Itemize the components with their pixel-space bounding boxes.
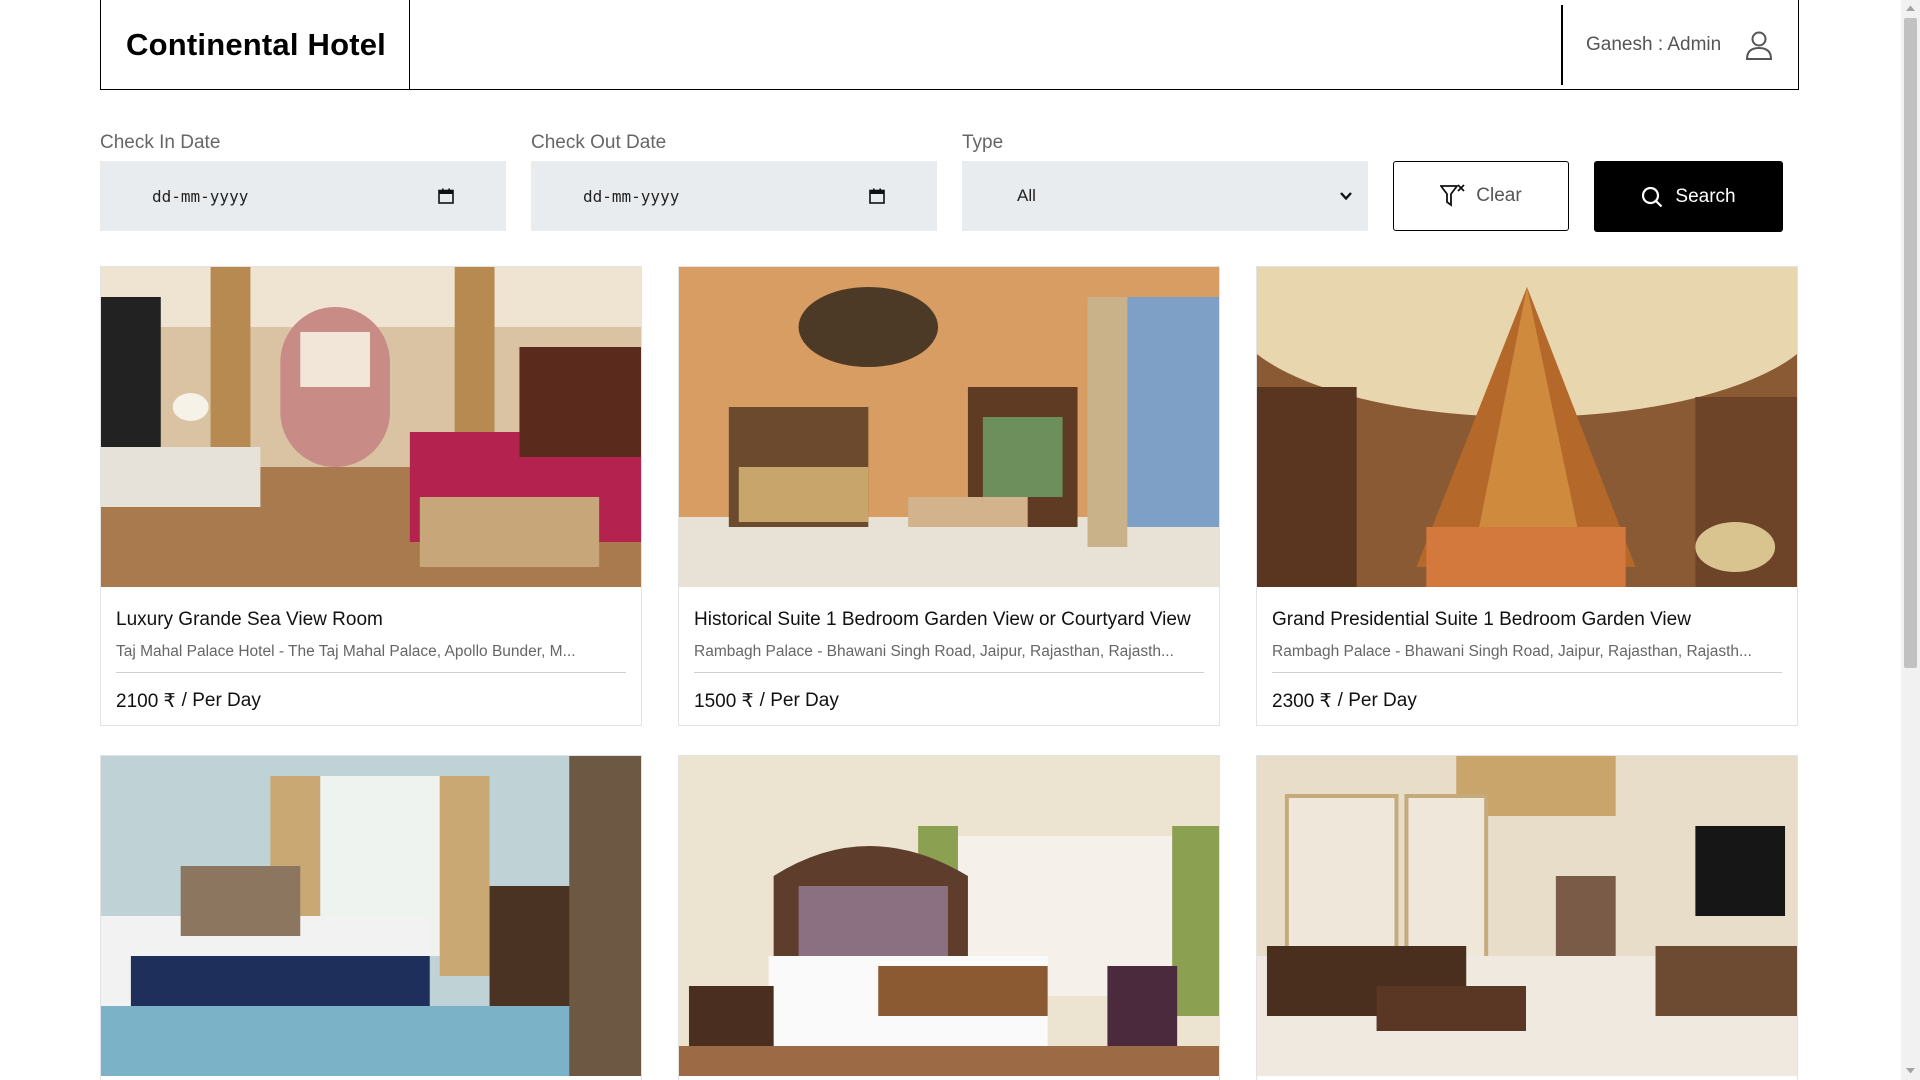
clear-button-label: Clear [1476,185,1522,206]
room-price-unit: / Per Day [181,690,261,711]
scroll-down-arrow-icon[interactable] [1905,1067,1916,1075]
user-icon[interactable] [1745,30,1773,60]
check-out-placeholder: dd-mm-yyyy [583,186,680,206]
room-image[interactable] [1257,756,1797,1076]
room-image[interactable] [679,756,1219,1076]
check-out-date-input[interactable]: dd-mm-yyyy [531,161,937,231]
room-title: Historical Suite 1 Bedroom Garden View o… [694,609,1191,630]
calendar-icon[interactable] [438,188,454,204]
room-card[interactable] [678,755,1220,1080]
chevron-down-icon [1340,192,1352,201]
room-card-body: Historical Suite 1 Bedroom Garden View o… [679,587,1219,725]
room-card[interactable]: Grand Presidential Suite 1 Bedroom Garde… [1256,266,1798,726]
room-card[interactable]: Historical Suite 1 Bedroom Garden View o… [678,266,1220,726]
room-image[interactable] [1257,267,1797,587]
top-navbar: Continental Hotel Ganesh : Admin [100,0,1799,90]
type-select[interactable]: All [962,161,1368,231]
search-icon [1642,186,1663,207]
type-label: Type [962,132,1004,153]
user-menu[interactable]: Ganesh : Admin [1561,0,1798,89]
room-address: Rambagh Palace - Bhawani Singh Road, Jai… [694,643,1204,673]
room-card-body: Luxury Grande Sea View Room Taj Mahal Pa… [101,587,641,725]
page: Continental Hotel Ganesh : Admin Check I… [0,0,1920,1080]
room-price-value: 2100 ₹ [116,691,176,712]
header-spacer [410,0,1561,89]
scroll-up-arrow-icon[interactable] [1905,4,1916,12]
brand-title[interactable]: Continental Hotel [101,0,410,89]
check-in-placeholder: dd-mm-yyyy [152,186,249,206]
search-button-label: Search [1675,185,1736,207]
room-card[interactable] [100,755,642,1080]
page-scrollbar[interactable] [1901,0,1920,1080]
check-in-date-input[interactable]: dd-mm-yyyy [100,161,506,231]
room-image[interactable] [101,756,641,1076]
check-in-label: Check In Date [100,132,221,153]
search-button[interactable]: Search [1594,161,1783,232]
room-address: Rambagh Palace - Bhawani Singh Road, Jai… [1272,643,1782,673]
user-name-label: Ganesh : Admin [1586,33,1722,55]
filter-clear-icon [1440,184,1465,207]
room-address: Taj Mahal Palace Hotel - The Taj Mahal P… [116,643,626,673]
room-image[interactable] [101,267,641,587]
room-card[interactable] [1256,755,1798,1080]
room-price-unit: / Per Day [1337,690,1417,711]
room-title: Luxury Grande Sea View Room [116,609,383,630]
room-price: 2300 ₹ / Per Day [1272,690,1782,713]
room-image[interactable] [679,267,1219,587]
calendar-icon[interactable] [869,188,885,204]
room-card-body: Grand Presidential Suite 1 Bedroom Garde… [1257,587,1797,725]
room-price-value: 1500 ₹ [694,691,754,712]
type-selected-value: All [1017,186,1036,205]
check-out-label: Check Out Date [531,132,667,153]
room-card[interactable]: Luxury Grande Sea View Room Taj Mahal Pa… [100,266,642,726]
room-price: 1500 ₹ / Per Day [694,690,1204,713]
scrollbar-thumb[interactable] [1904,18,1917,668]
room-title: Grand Presidential Suite 1 Bedroom Garde… [1272,609,1691,630]
room-price-unit: / Per Day [759,690,839,711]
clear-filters-button[interactable]: Clear [1393,161,1569,231]
room-price-value: 2300 ₹ [1272,691,1332,712]
room-price: 2100 ₹ / Per Day [116,690,626,713]
